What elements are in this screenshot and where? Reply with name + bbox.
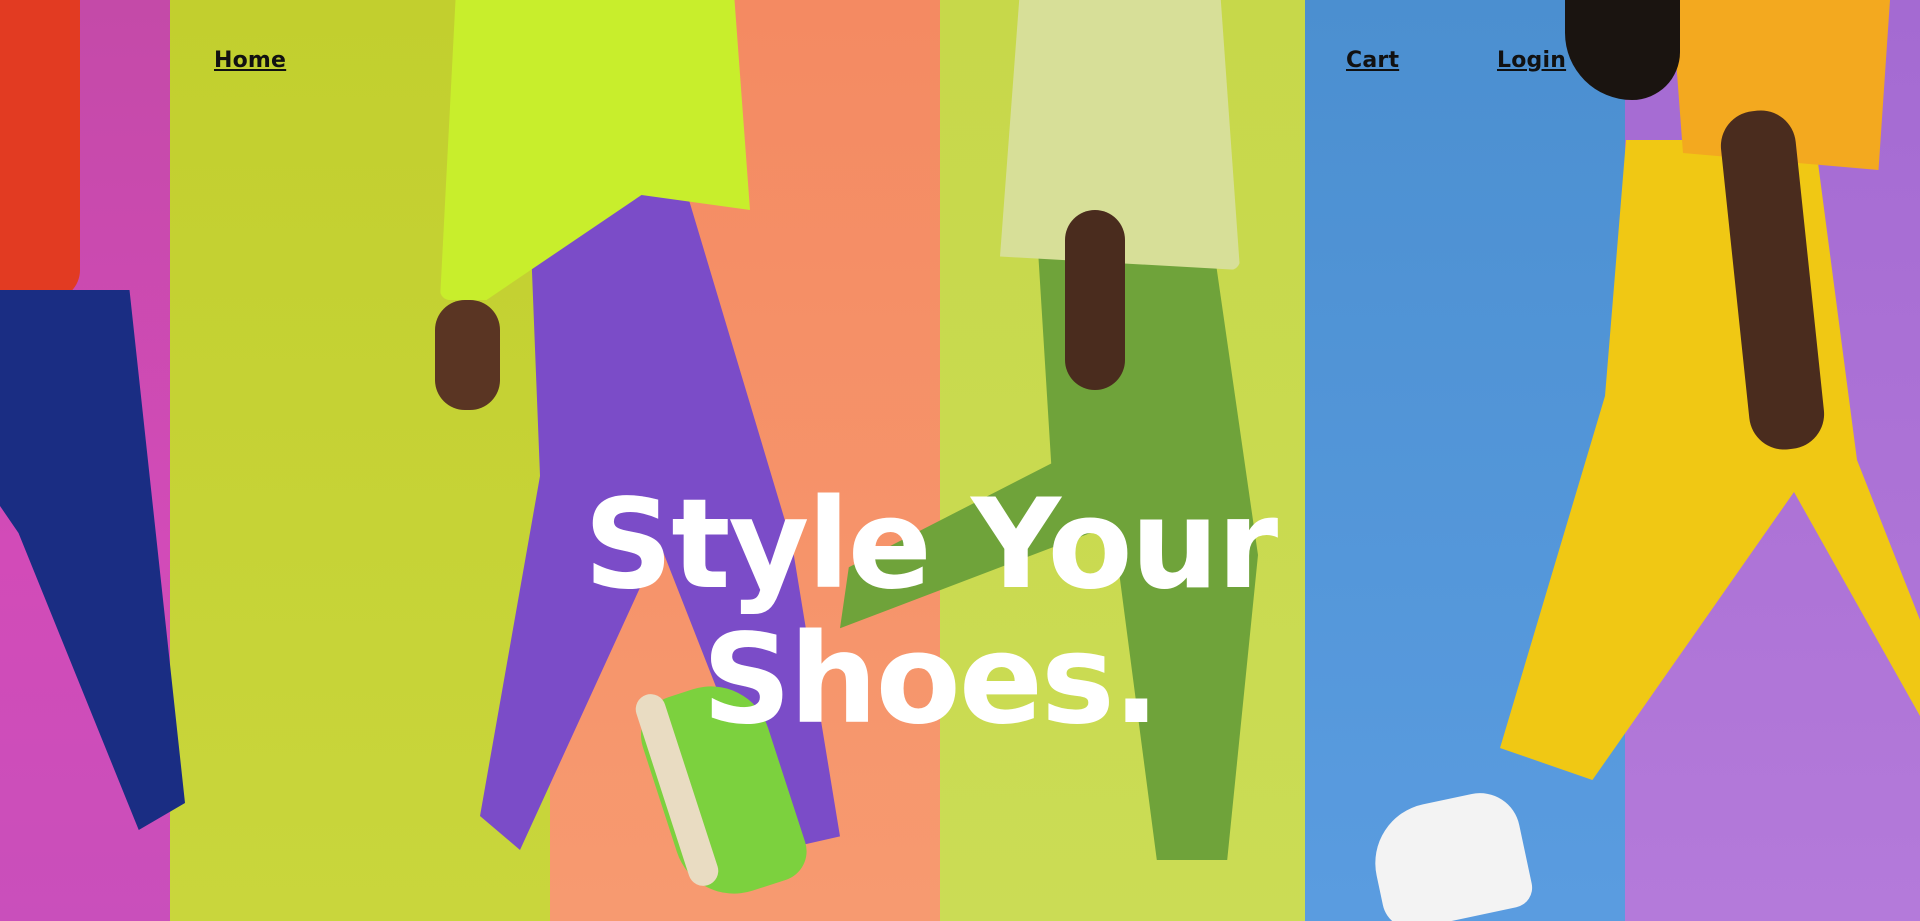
model-orange-top (0, 0, 80, 300)
model-hand (435, 300, 500, 410)
hero-headline-line2: Shoes. (702, 608, 1160, 753)
hero-headline-line1: Style Your (583, 473, 1278, 618)
nav-login-link[interactable]: Login (1497, 48, 1566, 73)
hero-section: Home Cart Login Style Your Shoes. (0, 0, 1920, 921)
nav-cart-link[interactable]: Cart (1346, 48, 1399, 73)
background-band-blue (1305, 0, 1625, 921)
model-arm (1065, 210, 1125, 390)
hero-headline: Style Your Shoes. (560, 478, 1300, 748)
nav-home-link[interactable]: Home (214, 48, 286, 73)
